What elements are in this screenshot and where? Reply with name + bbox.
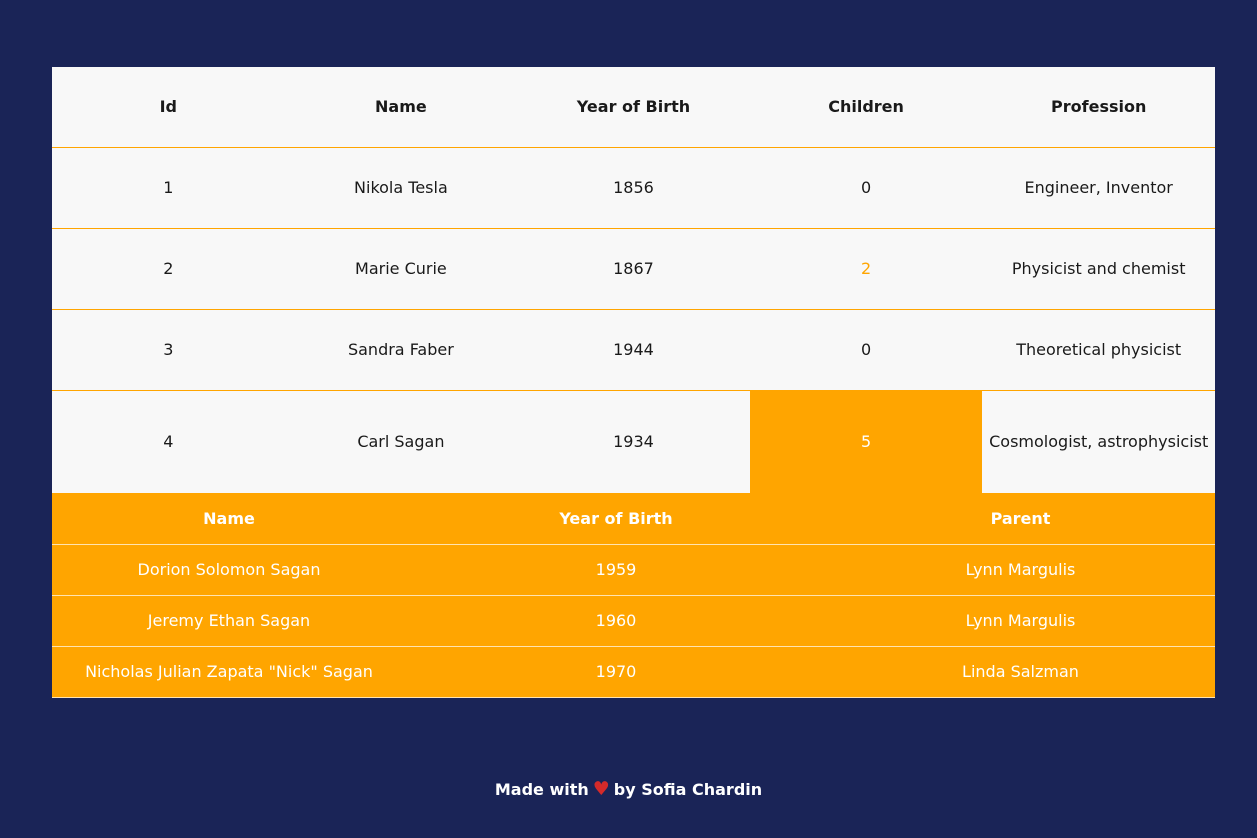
child-parent: Lynn Margulis — [826, 595, 1215, 647]
cell-profession: Theoretical physicist — [982, 309, 1215, 391]
child-name: Dorion Solomon Sagan — [52, 544, 406, 596]
table-row[interactable]: 3 Sandra Faber 1944 0 Theoretical physic… — [52, 309, 1215, 391]
cell-children-expandable[interactable]: 2 — [749, 228, 983, 310]
people-table-container: Id Name Year of Birth Children Professio… — [52, 67, 1215, 698]
cell-profession: Physicist and chemist — [982, 228, 1215, 310]
header-children: Children — [749, 67, 983, 148]
header-profession: Profession — [982, 67, 1215, 148]
table-header-row: Id Name Year of Birth Children Professio… — [52, 67, 1215, 148]
cell-id: 4 — [163, 431, 174, 451]
header-name: Name — [284, 67, 518, 148]
table-row-selected[interactable]: 4 Carl Sagan 1934 5 Cosmologist, astroph… — [52, 390, 1215, 493]
cell-name: Sandra Faber — [284, 309, 518, 391]
subheader-year-of-birth: Year of Birth — [406, 493, 826, 545]
people-table: Id Name Year of Birth Children Professio… — [52, 67, 1215, 493]
child-parent: Linda Salzman — [826, 646, 1215, 698]
cell-children-expanded[interactable]: 5 — [749, 390, 983, 493]
subheader-parent: Parent — [826, 493, 1215, 545]
footer-credit: Made with ♥ by Sofia Chardin — [0, 778, 1257, 800]
subtable-row: Dorion Solomon Sagan 1959 Lynn Margulis — [52, 544, 1215, 596]
children-subtable: Name Year of Birth Parent Dorion Solomon… — [52, 493, 1215, 698]
cell-profession: Engineer, Inventor — [982, 147, 1215, 229]
header-year-of-birth: Year of Birth — [517, 67, 750, 148]
table-row[interactable]: 2 Marie Curie 1867 2 Physicist and chemi… — [52, 228, 1215, 310]
child-name: Jeremy Ethan Sagan — [52, 595, 406, 647]
subtable-row: Jeremy Ethan Sagan 1960 Lynn Margulis — [52, 595, 1215, 647]
cell-name: Marie Curie — [284, 228, 518, 310]
cell-id: 3 — [52, 309, 285, 391]
footer-author: by Sofia Chardin — [613, 780, 763, 799]
cell-children: 0 — [749, 147, 983, 229]
cell-year: 1934 — [613, 431, 654, 451]
child-year: 1960 — [406, 595, 826, 647]
cell-children: 0 — [749, 309, 983, 391]
cell-year: 1944 — [517, 309, 750, 391]
cell-profession: Cosmologist, astrophysicist — [989, 431, 1209, 451]
cell-year: 1856 — [517, 147, 750, 229]
child-year: 1959 — [406, 544, 826, 596]
header-id: Id — [52, 67, 285, 148]
cell-id: 2 — [52, 228, 285, 310]
cell-name: Carl Sagan — [357, 431, 445, 451]
cell-year: 1867 — [517, 228, 750, 310]
table-row[interactable]: 1 Nikola Tesla 1856 0 Engineer, Inventor — [52, 147, 1215, 229]
subtable-header-row: Name Year of Birth Parent — [52, 493, 1215, 545]
child-parent: Lynn Margulis — [826, 544, 1215, 596]
child-year: 1970 — [406, 646, 826, 698]
cell-name: Nikola Tesla — [284, 147, 518, 229]
child-name: Nicholas Julian Zapata "Nick" Sagan — [52, 646, 406, 698]
cell-id: 1 — [52, 147, 285, 229]
footer-prefix: Made with — [494, 780, 589, 799]
subtable-row: Nicholas Julian Zapata "Nick" Sagan 1970… — [52, 646, 1215, 698]
subheader-name: Name — [52, 493, 406, 545]
heart-icon: ♥ — [592, 778, 610, 800]
